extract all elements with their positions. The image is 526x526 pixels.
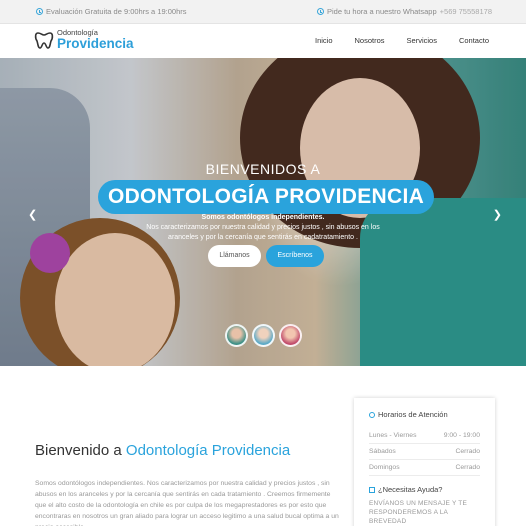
hours-row: Lunes - Viernes 9:00 - 19:00 — [369, 428, 480, 444]
hours-card: Horarios de Atención Lunes - Viernes 9:0… — [354, 398, 495, 526]
site-header: Odontología Providencia Inicio Nosotros … — [0, 24, 526, 58]
hours-row: Domingos Cerrado — [369, 460, 480, 476]
site-logo[interactable]: Odontología Providencia — [34, 29, 134, 51]
hours-time: Cerrado — [455, 464, 480, 471]
hero-subtitle: Somos odontólogos independientes. Nos ca… — [140, 213, 386, 243]
schedule-info: Evaluación Gratuita de 9:00hrs a 19:00hr… — [36, 7, 187, 16]
hero-title: ODONTOLOGÍA PROVIDENCIA — [98, 180, 434, 214]
nav-item-inicio[interactable]: Inicio — [315, 36, 333, 45]
hero-subtitle-line2: Nos caracterizamos por nuestra calidad y… — [146, 224, 380, 241]
logo-big-text: Providencia — [57, 36, 134, 51]
welcome-heading-prefix: Bienvenido a — [35, 442, 122, 459]
whatsapp-info[interactable]: Pide tu hora a nuestro Whatsapp +569 755… — [316, 7, 492, 16]
hours-day: Domingos — [369, 464, 400, 471]
nav-item-nosotros[interactable]: Nosotros — [355, 36, 385, 45]
call-button[interactable]: Llámanos — [208, 245, 261, 267]
hours-header: Horarios de Atención — [369, 410, 480, 419]
slider-thumbnails — [225, 324, 302, 347]
nav-item-contacto[interactable]: Contacto — [459, 36, 489, 45]
logo-text: Odontología Providencia — [57, 29, 134, 51]
hours-list: Lunes - Viernes 9:00 - 19:00 Sábados Cer… — [369, 428, 480, 476]
hours-title: Horarios de Atención — [378, 410, 448, 419]
hours-row: Sábados Cerrado — [369, 444, 480, 460]
nav-item-servicios[interactable]: Servicios — [407, 36, 437, 45]
hero-welcome: BIENVENIDOS A — [205, 161, 321, 177]
top-info-bar: Evaluación Gratuita de 9:00hrs a 19:00hr… — [0, 0, 526, 24]
slide-thumb-3[interactable] — [279, 324, 302, 347]
slide-thumb-1[interactable] — [225, 324, 248, 347]
hero-subtitle-line1: Somos odontólogos independientes. — [201, 214, 325, 221]
whatsapp-icon — [316, 8, 324, 15]
tooth-logo-icon — [34, 32, 54, 49]
hours-day: Lunes - Viernes — [369, 432, 417, 439]
hours-day: Sábados — [369, 448, 396, 455]
whatsapp-text: Pide tu hora a nuestro Whatsapp — [326, 7, 437, 16]
help-header: ¿Necesitas Ayuda? — [369, 485, 480, 494]
clock-icon — [36, 8, 43, 15]
whatsapp-phone[interactable]: +569 75558178 — [440, 7, 492, 16]
clock-icon — [369, 411, 375, 418]
chevron-right-icon[interactable]: ❯ — [493, 208, 502, 221]
welcome-section: Bienvenido a Odontología Providencia Som… — [0, 366, 526, 526]
hours-time: 9:00 - 19:00 — [443, 432, 480, 439]
main-nav: Inicio Nosotros Servicios Contacto — [315, 36, 489, 45]
edit-icon — [369, 486, 375, 493]
schedule-text: Evaluación Gratuita de 9:00hrs a 19:00hr… — [46, 7, 187, 16]
help-title: ¿Necesitas Ayuda? — [378, 485, 443, 494]
slide-thumb-2[interactable] — [252, 324, 275, 347]
welcome-heading-brand: Odontología Providencia — [125, 442, 291, 459]
hero-slider: BIENVENIDOS A ODONTOLOGÍA PROVIDENCIA So… — [0, 58, 526, 366]
help-text: ENVÍANOS UN MENSAJE Y TE RESPONDEREMOS A… — [369, 500, 467, 525]
write-button[interactable]: Escríbenos — [266, 245, 324, 267]
chevron-left-icon[interactable]: ❮ — [28, 208, 37, 221]
welcome-paragraph: Somos odontólogos independientes. Nos ca… — [35, 480, 339, 526]
hours-time: Cerrado — [455, 448, 480, 455]
welcome-heading: Bienvenido a Odontología Providencia — [35, 442, 290, 459]
